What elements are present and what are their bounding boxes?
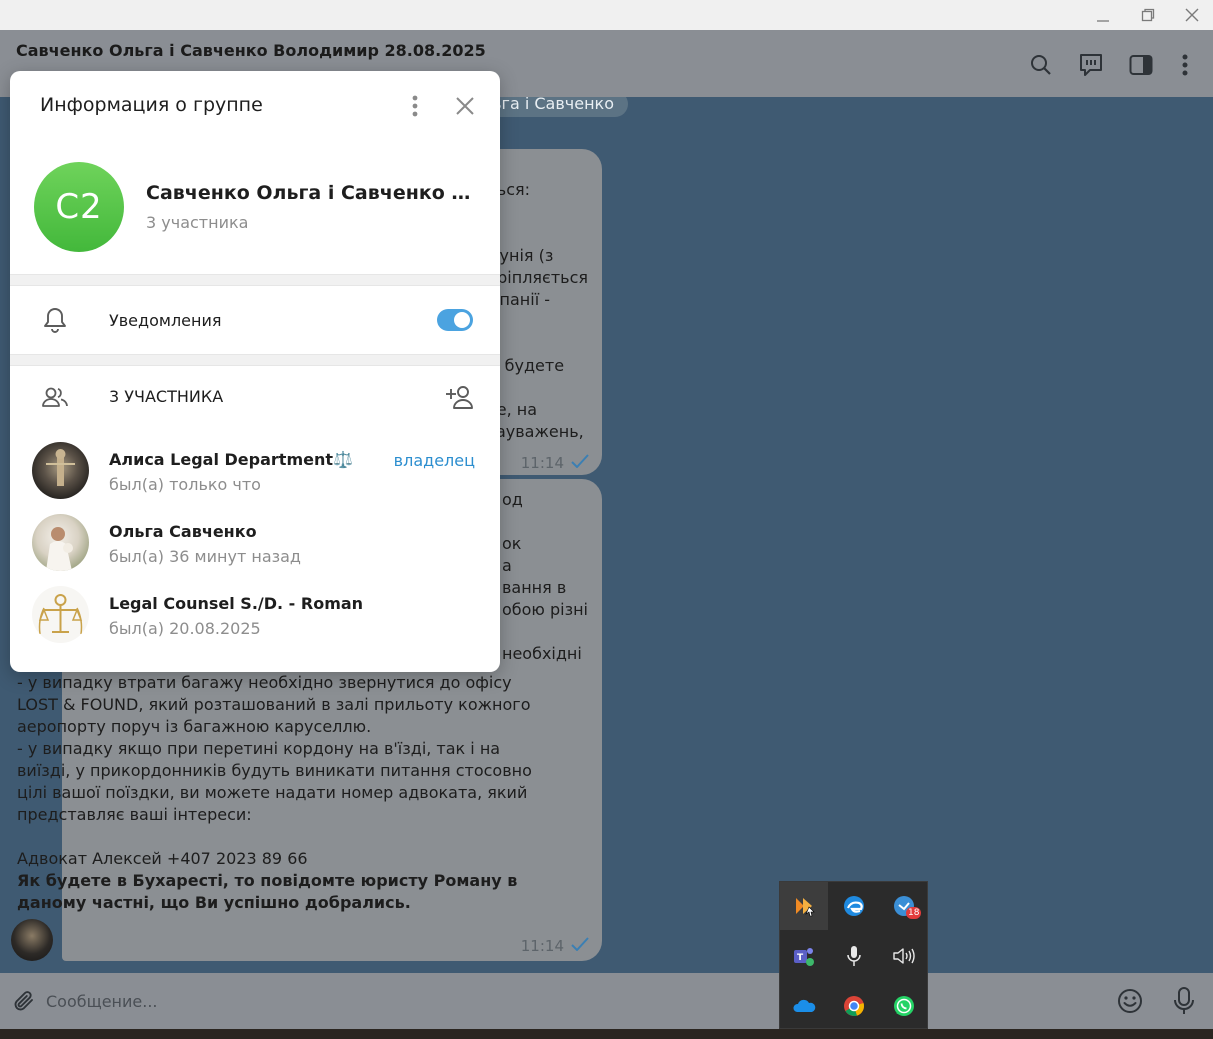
minimize-icon (1097, 20, 1109, 22)
svg-text:T: T (797, 953, 804, 963)
notifications-label: Уведомления (109, 311, 222, 330)
system-tray-flyout: 18 T (779, 881, 928, 1029)
message-bold-text: Як будете в Бухаресті, то повідомте юрис… (17, 871, 523, 912)
message-text: особисто вам медичні препарати; - у випа… (17, 650, 537, 914)
paperclip-icon (14, 991, 33, 1011)
taskbar (0, 1029, 1213, 1039)
message-text: од ок а вання в обою різні необхідні (501, 490, 588, 663)
add-member-button[interactable] (444, 382, 474, 412)
member-status: был(а) 36 минут назад (109, 547, 301, 566)
divider (10, 274, 500, 286)
speaker-icon (893, 948, 915, 964)
member-avatar (32, 514, 89, 571)
more-button[interactable] (1170, 50, 1200, 80)
sender-avatar[interactable] (11, 919, 53, 961)
group-name: Савченко Ольга і Савченко Володимир 28.0… (146, 182, 476, 204)
member-name: Legal Counsel S./D. - Roman (109, 594, 364, 613)
read-check-icon (571, 454, 589, 468)
member-item[interactable]: Алиса Legal Department⚖️ был(а) только ч… (10, 442, 500, 512)
members-icon (40, 382, 70, 412)
more-vertical-icon (412, 95, 418, 117)
microphone-icon (1174, 987, 1194, 1014)
bell-icon (40, 305, 70, 335)
tray-app-messenger[interactable]: 18 (880, 882, 928, 930)
close-window-button[interactable] (1169, 0, 1213, 30)
members-header: 3 УЧАСТНИКА (109, 387, 224, 406)
chrome-icon (844, 996, 864, 1017)
notifications-toggle[interactable] (437, 309, 473, 331)
panel-title: Информация о группе (40, 94, 263, 116)
more-vertical-icon (1182, 54, 1188, 76)
message-time: 11:14 (520, 937, 564, 955)
message-composer (0, 973, 1213, 1029)
tray-onedrive[interactable] (780, 982, 828, 1030)
group-info-panel: Информация о группе C2 Савченко Ольга і … (10, 71, 500, 672)
group-name-pill: льга і Савченко (480, 97, 628, 117)
teams-icon: T (794, 948, 814, 966)
read-check-icon (571, 937, 589, 951)
member-name: Алиса Legal Department⚖️ (109, 450, 353, 469)
notification-badge: 18 (906, 907, 922, 919)
tray-volume[interactable] (880, 932, 928, 980)
search-icon (1031, 55, 1051, 75)
tray-chrome[interactable] (830, 982, 878, 1030)
restore-button[interactable] (1125, 0, 1171, 30)
search-button[interactable] (1026, 50, 1056, 80)
tray-app-ableton[interactable] (780, 882, 828, 930)
sidebar-icon (1129, 55, 1153, 75)
add-user-icon (446, 386, 473, 409)
panel-close-button[interactable] (450, 91, 480, 121)
member-status: был(а) только что (109, 475, 261, 494)
tray-whatsapp[interactable] (880, 982, 928, 1030)
message-input[interactable] (46, 985, 746, 1017)
tray-app-edge[interactable] (830, 882, 878, 930)
divider (10, 354, 500, 366)
window-titlebar (0, 0, 1213, 30)
tray-microphone[interactable] (830, 932, 878, 980)
message-time: 11:14 (520, 454, 564, 472)
attach-button[interactable] (9, 986, 39, 1016)
message-body: особисто вам медичні препарати; - у випа… (17, 651, 532, 868)
group-avatar[interactable]: C2 (34, 162, 124, 252)
close-icon (1185, 8, 1199, 22)
group-members-count: 3 участника (146, 213, 249, 232)
member-role-badge: владелец (393, 451, 475, 470)
member-status: был(а) 20.08.2025 (109, 619, 261, 638)
member-avatar (32, 586, 89, 643)
whatsapp-icon (894, 996, 914, 1016)
cloud-icon (793, 999, 816, 1012)
restore-icon (1141, 8, 1155, 22)
chat-title[interactable]: Савченко Ольга і Савченко Володимир 28.0… (16, 41, 486, 60)
tray-app-teams[interactable]: T (780, 932, 828, 980)
member-name: Ольга Савченко (109, 522, 257, 541)
member-item[interactable]: Ольга Савченко был(а) 36 минут назад (10, 514, 500, 584)
emoji-button[interactable] (1115, 986, 1145, 1016)
sidebar-toggle-button[interactable] (1126, 50, 1156, 80)
member-item[interactable]: Legal Counsel S./D. - Roman был(а) 20.08… (10, 586, 500, 656)
voice-record-button[interactable] (1169, 986, 1199, 1016)
member-avatar (32, 442, 89, 499)
emoji-icon (1118, 989, 1142, 1013)
edge-icon (844, 896, 864, 916)
comment-icon (1080, 54, 1102, 76)
message-text: ться: мунія (з кріпляється мпанії - м бу… (487, 180, 588, 441)
app-logo-icon (796, 898, 815, 917)
close-icon (456, 97, 474, 115)
microphone-icon (847, 946, 861, 966)
panel-more-button[interactable] (400, 91, 430, 121)
topics-button[interactable] (1076, 50, 1106, 80)
minimize-button[interactable] (1080, 0, 1126, 30)
